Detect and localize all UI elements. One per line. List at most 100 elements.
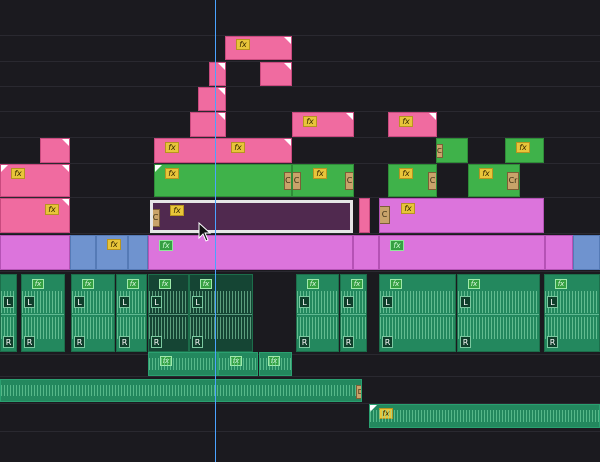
track-separator — [0, 354, 600, 355]
crossfade-marker[interactable]: C — [293, 172, 301, 190]
audio-clip[interactable]: fx L R — [21, 274, 65, 352]
audio-transition-marker[interactable]: D — [356, 385, 361, 399]
audio-clip[interactable]: fx L R — [189, 274, 253, 352]
timeline-panel[interactable]: fx fx fx fx fx C fx fx fx C C fx C fx C … — [0, 0, 600, 462]
audio-waveform — [219, 358, 257, 370]
video-clip[interactable] — [128, 235, 148, 270]
crossfade-marker[interactable]: C — [345, 172, 353, 190]
left-channel-label: L — [192, 296, 203, 308]
playhead[interactable] — [215, 0, 216, 462]
fx-badge[interactable]: fx — [236, 39, 250, 50]
channel-divider — [149, 314, 188, 315]
fx-badge[interactable]: fx — [399, 116, 413, 127]
video-clip[interactable]: fx — [379, 235, 545, 270]
video-clip[interactable]: fx — [505, 138, 544, 163]
video-clip[interactable]: fx C — [388, 164, 437, 197]
fx-badge[interactable]: fx — [200, 279, 212, 289]
channel-divider — [72, 314, 114, 315]
left-channel-label: L — [119, 296, 130, 308]
video-clip[interactable] — [545, 235, 573, 270]
audio-clip[interactable]: fx — [218, 352, 258, 376]
fx-badge[interactable]: fx — [516, 142, 530, 153]
fx-badge[interactable]: fx — [32, 279, 44, 289]
video-clip[interactable] — [190, 112, 226, 137]
mouse-cursor-icon — [198, 222, 212, 242]
audio-clip[interactable]: fx L R — [340, 274, 367, 352]
crossfade-marker[interactable]: Cr — [507, 172, 519, 190]
right-channel-label: R — [547, 336, 558, 348]
fx-badge[interactable]: fx — [107, 239, 121, 250]
video-clip[interactable] — [40, 138, 70, 163]
right-channel-label: R — [74, 336, 85, 348]
fx-badge[interactable]: fx — [159, 279, 171, 289]
video-clip[interactable] — [573, 235, 600, 270]
fx-badge[interactable]: fx — [390, 279, 402, 289]
clip-corner-marker — [218, 113, 225, 120]
video-clip[interactable]: fx — [0, 164, 70, 197]
crossfade-marker[interactable]: C — [437, 144, 443, 158]
channel-divider — [380, 314, 455, 315]
fx-badge[interactable]: fx — [170, 205, 184, 216]
fx-badge[interactable]: fx — [390, 240, 404, 251]
fx-badge[interactable]: fx — [479, 168, 493, 179]
fx-badge[interactable]: fx — [401, 203, 415, 214]
fx-badge[interactable]: fx — [231, 142, 245, 153]
audio-clip[interactable]: fx — [148, 352, 218, 376]
audio-clip[interactable]: fx L R — [544, 274, 600, 352]
audio-waveform — [370, 410, 599, 422]
video-clip[interactable] — [209, 62, 226, 86]
video-clip[interactable]: fx Cr — [154, 164, 292, 197]
video-clip[interactable]: fx — [388, 112, 437, 137]
video-clip[interactable]: C fx C — [292, 164, 354, 197]
right-channel-label: R — [382, 336, 393, 348]
fx-badge[interactable]: fx — [468, 279, 480, 289]
video-clip[interactable] — [359, 198, 370, 233]
selected-video-clip[interactable]: C fx — [150, 200, 353, 233]
video-clip[interactable]: C — [436, 138, 468, 163]
video-clip[interactable] — [260, 62, 292, 86]
video-clip[interactable]: fx — [148, 235, 353, 270]
video-clip[interactable]: C fx — [379, 198, 544, 233]
channel-divider — [117, 314, 146, 315]
crossfade-marker[interactable]: C — [428, 172, 436, 190]
video-clip[interactable]: fx — [96, 235, 128, 270]
fx-badge[interactable]: fx — [307, 279, 319, 289]
channel-divider — [341, 314, 366, 315]
audio-clip[interactable]: D — [0, 379, 362, 402]
video-clip[interactable]: fx fx — [154, 138, 292, 163]
video-clip[interactable] — [70, 235, 96, 270]
fx-badge[interactable]: fx — [45, 204, 59, 215]
video-clip[interactable]: fx — [292, 112, 354, 137]
audio-clip[interactable]: fx L R — [116, 274, 147, 352]
video-clip[interactable] — [0, 235, 70, 270]
audio-clip[interactable]: fx L R — [71, 274, 115, 352]
video-clip[interactable]: fx — [225, 36, 292, 60]
fx-badge[interactable]: fx — [399, 168, 413, 179]
audio-clip[interactable]: fx L R — [457, 274, 540, 352]
fx-badge[interactable]: fx — [313, 168, 327, 179]
fx-badge[interactable]: fx — [351, 279, 363, 289]
fx-badge[interactable]: fx — [303, 116, 317, 127]
clip-corner-marker — [218, 63, 225, 70]
video-clip[interactable]: fx Cr — [468, 164, 520, 197]
fx-badge[interactable]: fx — [165, 168, 179, 179]
audio-clip[interactable]: fx L R — [379, 274, 456, 352]
audio-clip[interactable]: fx — [369, 404, 600, 428]
video-clip[interactable] — [198, 87, 226, 111]
video-clip[interactable]: fx — [0, 198, 70, 233]
fx-badge[interactable]: fx — [165, 142, 179, 153]
fx-badge[interactable]: fx — [555, 279, 567, 289]
crossfade-marker[interactable]: C — [153, 209, 160, 227]
fx-badge[interactable]: fx — [159, 240, 173, 251]
fx-badge[interactable]: fx — [127, 279, 139, 289]
audio-clip[interactable]: fx L R — [148, 274, 189, 352]
crossfade-marker[interactable]: Cr — [284, 172, 291, 190]
crossfade-marker[interactable]: C — [380, 206, 390, 224]
video-clip[interactable] — [353, 235, 379, 270]
clip-corner-marker — [155, 165, 162, 172]
audio-clip[interactable]: fx L R — [296, 274, 339, 352]
audio-clip[interactable]: fx — [259, 352, 292, 376]
fx-badge[interactable]: fx — [11, 168, 25, 179]
audio-clip[interactable]: L R — [0, 274, 17, 352]
fx-badge[interactable]: fx — [82, 279, 94, 289]
